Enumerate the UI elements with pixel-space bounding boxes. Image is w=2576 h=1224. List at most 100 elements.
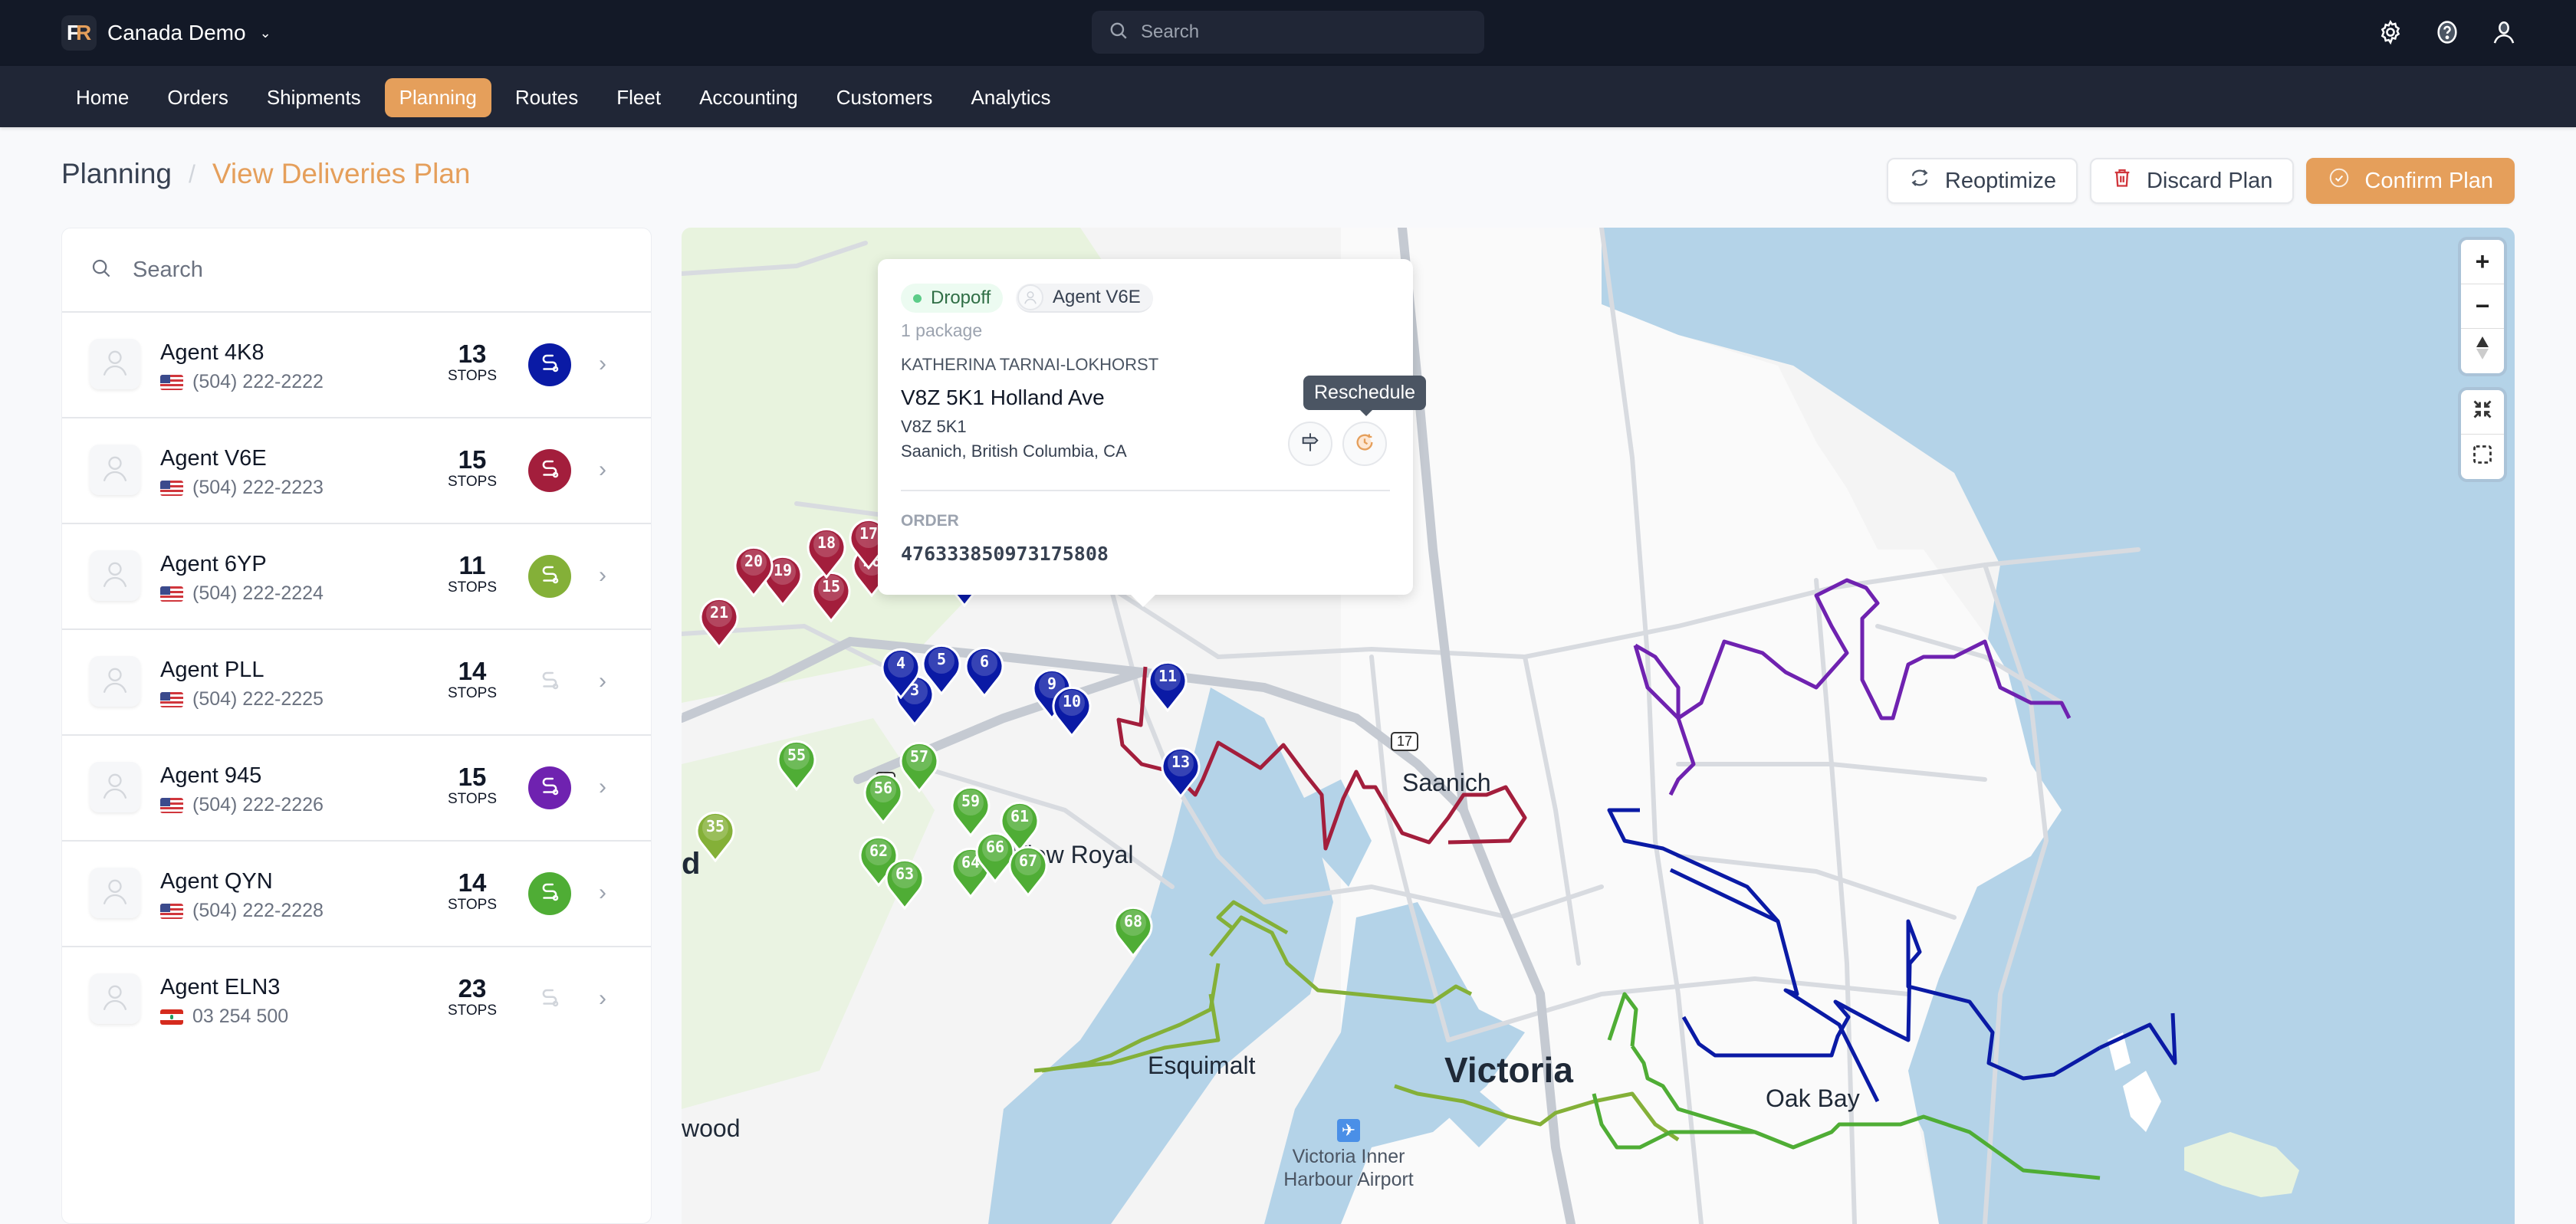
help-icon[interactable] [2432,17,2463,48]
nav-customers[interactable]: Customers [822,78,948,117]
map-stop-marker[interactable]: 5 [921,640,962,695]
toggle-route-button[interactable] [528,978,571,1021]
agent-phone: (504) 222-2223 [160,477,324,499]
user-placeholder-icon [100,876,130,911]
agent-row[interactable]: Agent 4K8 (504) 222-2222 13 STOPS › [62,313,651,418]
nav-shipments[interactable]: Shipments [252,78,376,117]
trash-icon [2111,166,2133,195]
map-stop-marker[interactable]: 56 [863,769,904,824]
fit-bounds-button[interactable] [2461,390,2504,435]
nav-planning[interactable]: Planning [384,78,491,117]
user-placeholder-icon [100,665,130,699]
chevron-right-icon[interactable]: › [599,668,606,694]
confirm-plan-button[interactable]: Confirm Plan [2306,158,2515,204]
toggle-route-button[interactable] [528,872,571,915]
top-bar: FR Canada Demo ⌄ [0,0,2576,66]
user-placeholder-icon [100,347,130,382]
user-profile-icon[interactable] [2489,17,2519,48]
settings-gear-icon[interactable] [2375,17,2406,48]
brand-logo: FR [61,15,97,51]
map-stop-marker[interactable]: 57 [899,737,940,792]
chevron-right-icon[interactable]: › [599,457,606,483]
stop-count: 15 STOPS [447,763,498,808]
toggle-route-button[interactable] [528,555,571,598]
map-stop-marker[interactable]: 11 [1147,657,1188,712]
flag-us-icon [160,586,183,602]
map-stop-marker[interactable]: 21 [698,593,740,648]
directions-button[interactable] [1288,422,1332,466]
agent-name: Agent ELN3 [160,975,281,999]
user-placeholder-icon [100,770,130,805]
map-stop-marker[interactable]: 63 [884,855,925,910]
route-icon [538,458,561,484]
clock-refresh-icon [1354,432,1375,457]
chevron-down-icon: ⌄ [259,25,271,41]
nav-orders[interactable]: Orders [153,78,242,117]
chevron-right-icon[interactable]: › [599,986,606,1012]
agent-row[interactable]: Agent V6E (504) 222-2223 15 STOPS › [62,418,651,524]
nav-routes[interactable]: Routes [501,78,593,117]
toggle-route-button[interactable] [528,661,571,704]
agent-search-input[interactable] [133,257,593,283]
stop-count: 11 STOPS [447,551,498,596]
agent-name: Agent QYN [160,869,273,894]
map-stop-marker[interactable]: 67 [1007,842,1049,897]
map-stop-marker[interactable]: 10 [1051,682,1092,737]
zoom-out-button[interactable]: − [2461,284,2504,329]
stop-type-badge: Dropoff [901,284,1004,313]
map-stop-marker[interactable]: 13 [1160,743,1201,798]
map-stop-marker[interactable]: 18 [806,523,847,579]
agent-row[interactable]: Agent QYN (504) 222-2228 14 STOPS › [62,842,651,947]
avatar [90,339,140,389]
toggle-route-button[interactable] [528,766,571,809]
stop-count: 14 STOPS [447,657,498,702]
agent-row[interactable]: Agent 945 (504) 222-2226 15 STOPS › [62,736,651,842]
flag-us-icon [160,691,183,707]
global-search-input[interactable] [1141,21,1463,43]
nav-analytics[interactable]: Analytics [956,78,1065,117]
avatar [90,550,140,601]
discard-plan-button[interactable]: Discard Plan [2089,158,2295,204]
airplane-icon: ✈ [1337,1119,1360,1142]
order-number: 476333850973175808 [901,543,1109,565]
agent-phone: (504) 222-2228 [160,900,324,922]
chevron-right-icon[interactable]: › [599,563,606,589]
reoptimize-button[interactable]: Reoptimize [1886,158,2078,204]
map-stop-marker[interactable]: 31 [682,688,683,743]
chevron-right-icon[interactable]: › [599,774,606,800]
chevron-right-icon[interactable]: › [599,880,606,906]
map-stop-marker[interactable]: 20 [733,542,774,597]
global-search[interactable] [1092,11,1484,54]
nav-home[interactable]: Home [61,78,143,117]
flag-us-icon [160,797,183,813]
compass-reset-button[interactable] [2461,329,2504,373]
map-stop-marker[interactable]: 68 [1112,902,1154,957]
agent-row[interactable]: Agent PLL (504) 222-2225 14 STOPS › [62,630,651,736]
chevron-right-icon[interactable]: › [599,351,606,377]
breadcrumb-planning[interactable]: Planning [61,158,172,190]
reschedule-button[interactable] [1342,422,1387,466]
nav-fleet[interactable]: Fleet [602,78,675,117]
user-placeholder-icon [100,559,130,593]
map-stop-marker[interactable]: 6 [964,642,1005,697]
nav-accounting[interactable]: Accounting [685,78,813,117]
toggle-route-button[interactable] [528,449,571,492]
agent-row[interactable]: Agent 6YP (504) 222-2224 11 STOPS › [62,524,651,630]
avatar [90,973,140,1024]
agent-name: Agent 6YP [160,552,267,576]
map-zoom-controls: + − [2461,240,2504,373]
toggle-route-button[interactable] [528,343,571,386]
box-select-button[interactable] [2461,435,2504,479]
user-placeholder-icon [100,982,130,1016]
compass-icon [2474,335,2491,367]
assigned-agent-chip[interactable]: Agent V6E [1016,284,1153,313]
agent-name: Agent PLL [160,658,264,682]
map-stop-marker[interactable]: 4 [880,644,922,699]
map-stop-marker[interactable]: 55 [776,736,817,791]
agent-row[interactable]: Agent ELN3 03 254 500 23 STOPS › [62,947,651,1053]
map-stop-marker[interactable]: 35 [695,807,736,862]
agent-search[interactable] [62,228,651,313]
workspace-switcher[interactable]: FR Canada Demo ⌄ [61,15,271,51]
search-icon [1109,21,1129,44]
zoom-in-button[interactable]: + [2461,240,2504,284]
